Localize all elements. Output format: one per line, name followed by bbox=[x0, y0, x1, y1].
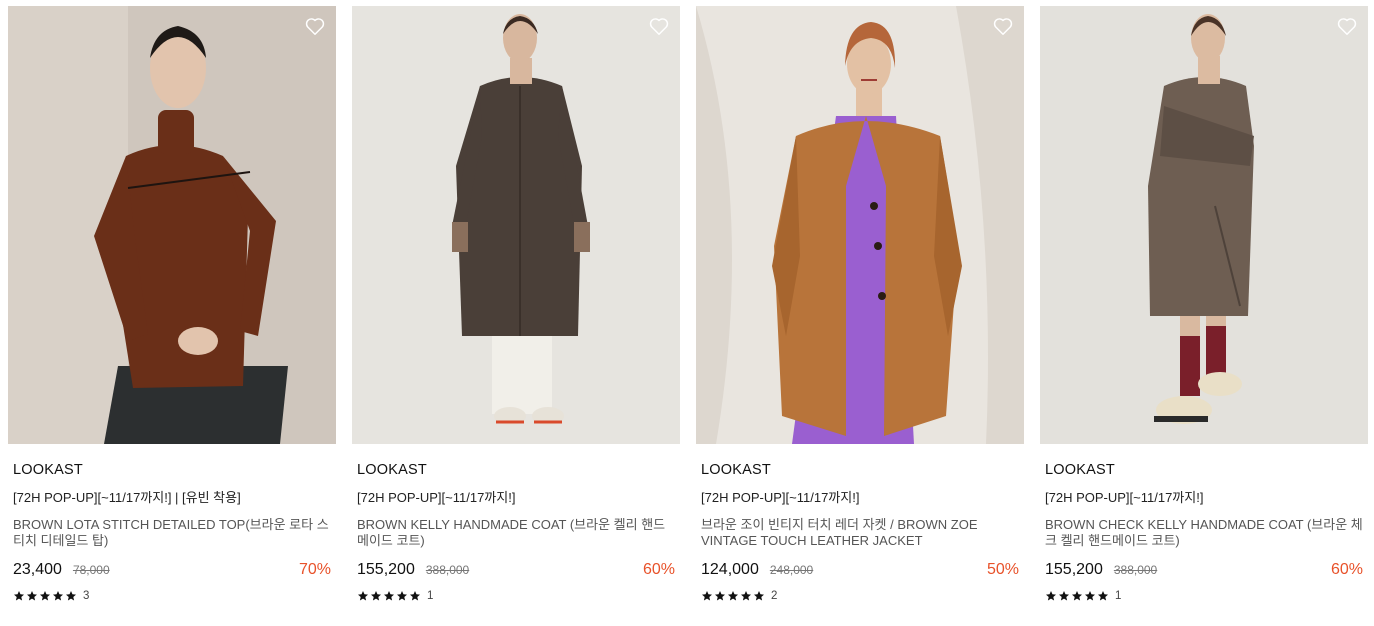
product-name[interactable]: BROWN KELLY HANDMADE COAT (브라운 켈리 핸드메이드 … bbox=[357, 517, 675, 549]
original-price: 78,000 bbox=[72, 563, 110, 577]
star-icon bbox=[384, 591, 394, 601]
rating-stars bbox=[1045, 590, 1109, 602]
product-card[interactable]: LOOKAST [72H POP-UP][~11/17까지!] | [유빈 착용… bbox=[8, 6, 336, 603]
product-name[interactable]: BROWN LOTA STITCH DETAILED TOP(브라운 로타 스티… bbox=[13, 517, 331, 549]
product-brand[interactable]: LOOKAST bbox=[701, 461, 1019, 479]
star-icon bbox=[397, 591, 407, 601]
star-icon bbox=[1046, 591, 1056, 601]
star-icon bbox=[728, 591, 738, 601]
original-price: 388,000 bbox=[1113, 563, 1158, 577]
rating-row: 3 bbox=[13, 589, 331, 603]
product-brand[interactable]: LOOKAST bbox=[1045, 461, 1363, 479]
star-icon bbox=[14, 591, 24, 601]
product-tag[interactable]: [72H POP-UP][~11/17까지!] bbox=[357, 490, 675, 506]
price-row: 155,200 388,000 60% bbox=[1045, 561, 1363, 581]
product-tag[interactable]: [72H POP-UP][~11/17까지!] bbox=[1045, 490, 1363, 506]
discount-rate: 50% bbox=[986, 561, 1019, 578]
sale-price: 23,400 bbox=[13, 561, 62, 578]
rating-row: 1 bbox=[357, 589, 675, 603]
star-icon bbox=[358, 591, 368, 601]
star-icon bbox=[1085, 591, 1095, 601]
rating-stars bbox=[13, 590, 77, 602]
review-count: 2 bbox=[771, 590, 778, 602]
discount-rate: 60% bbox=[642, 561, 675, 578]
product-image[interactable] bbox=[696, 6, 1024, 444]
discount-rate: 60% bbox=[1330, 561, 1363, 578]
star-icon bbox=[754, 591, 764, 601]
original-price: 388,000 bbox=[425, 563, 470, 577]
star-icon bbox=[66, 591, 76, 601]
product-image[interactable] bbox=[8, 6, 336, 444]
discount-rate: 70% bbox=[298, 561, 331, 578]
product-name[interactable]: 브라운 조이 빈티지 터치 레더 자켓 / BROWN ZOE VINTAGE … bbox=[701, 517, 1019, 549]
price-row: 124,000 248,000 50% bbox=[701, 561, 1019, 581]
product-tag[interactable]: [72H POP-UP][~11/17까지!] | [유빈 착용] bbox=[13, 490, 331, 506]
star-icon bbox=[1072, 591, 1082, 601]
wishlist-heart-icon[interactable] bbox=[648, 15, 670, 37]
sale-price: 124,000 bbox=[701, 561, 759, 578]
star-icon bbox=[27, 591, 37, 601]
star-icon bbox=[40, 591, 50, 601]
star-icon bbox=[371, 591, 381, 601]
rating-stars bbox=[357, 590, 421, 602]
star-icon bbox=[741, 591, 751, 601]
review-count: 1 bbox=[427, 590, 434, 602]
product-image[interactable] bbox=[1040, 6, 1368, 444]
rating-stars bbox=[701, 590, 765, 602]
product-image[interactable] bbox=[352, 6, 680, 444]
star-icon bbox=[715, 591, 725, 601]
product-card[interactable]: LOOKAST [72H POP-UP][~11/17까지!] BROWN KE… bbox=[352, 6, 680, 603]
product-name[interactable]: BROWN CHECK KELLY HANDMADE COAT (브라운 체크 … bbox=[1045, 517, 1363, 549]
rating-row: 1 bbox=[1045, 589, 1363, 603]
wishlist-heart-icon[interactable] bbox=[992, 15, 1014, 37]
sale-price: 155,200 bbox=[357, 561, 415, 578]
price-row: 23,400 78,000 70% bbox=[13, 561, 331, 581]
star-icon bbox=[702, 591, 712, 601]
price-row: 155,200 388,000 60% bbox=[357, 561, 675, 581]
wishlist-heart-icon[interactable] bbox=[1336, 15, 1358, 37]
original-price: 248,000 bbox=[769, 563, 814, 577]
rating-row: 2 bbox=[701, 589, 1019, 603]
product-grid: LOOKAST [72H POP-UP][~11/17까지!] | [유빈 착용… bbox=[8, 6, 1368, 603]
star-icon bbox=[1098, 591, 1108, 601]
star-icon bbox=[1059, 591, 1069, 601]
wishlist-heart-icon[interactable] bbox=[304, 15, 326, 37]
product-card[interactable]: LOOKAST [72H POP-UP][~11/17까지!] BROWN CH… bbox=[1040, 6, 1368, 603]
star-icon bbox=[53, 591, 63, 601]
sale-price: 155,200 bbox=[1045, 561, 1103, 578]
product-brand[interactable]: LOOKAST bbox=[357, 461, 675, 479]
review-count: 3 bbox=[83, 590, 90, 602]
product-brand[interactable]: LOOKAST bbox=[13, 461, 331, 479]
star-icon bbox=[410, 591, 420, 601]
review-count: 1 bbox=[1115, 590, 1122, 602]
product-tag[interactable]: [72H POP-UP][~11/17까지!] bbox=[701, 490, 1019, 506]
product-card[interactable]: LOOKAST [72H POP-UP][~11/17까지!] 브라운 조이 빈… bbox=[696, 6, 1024, 603]
